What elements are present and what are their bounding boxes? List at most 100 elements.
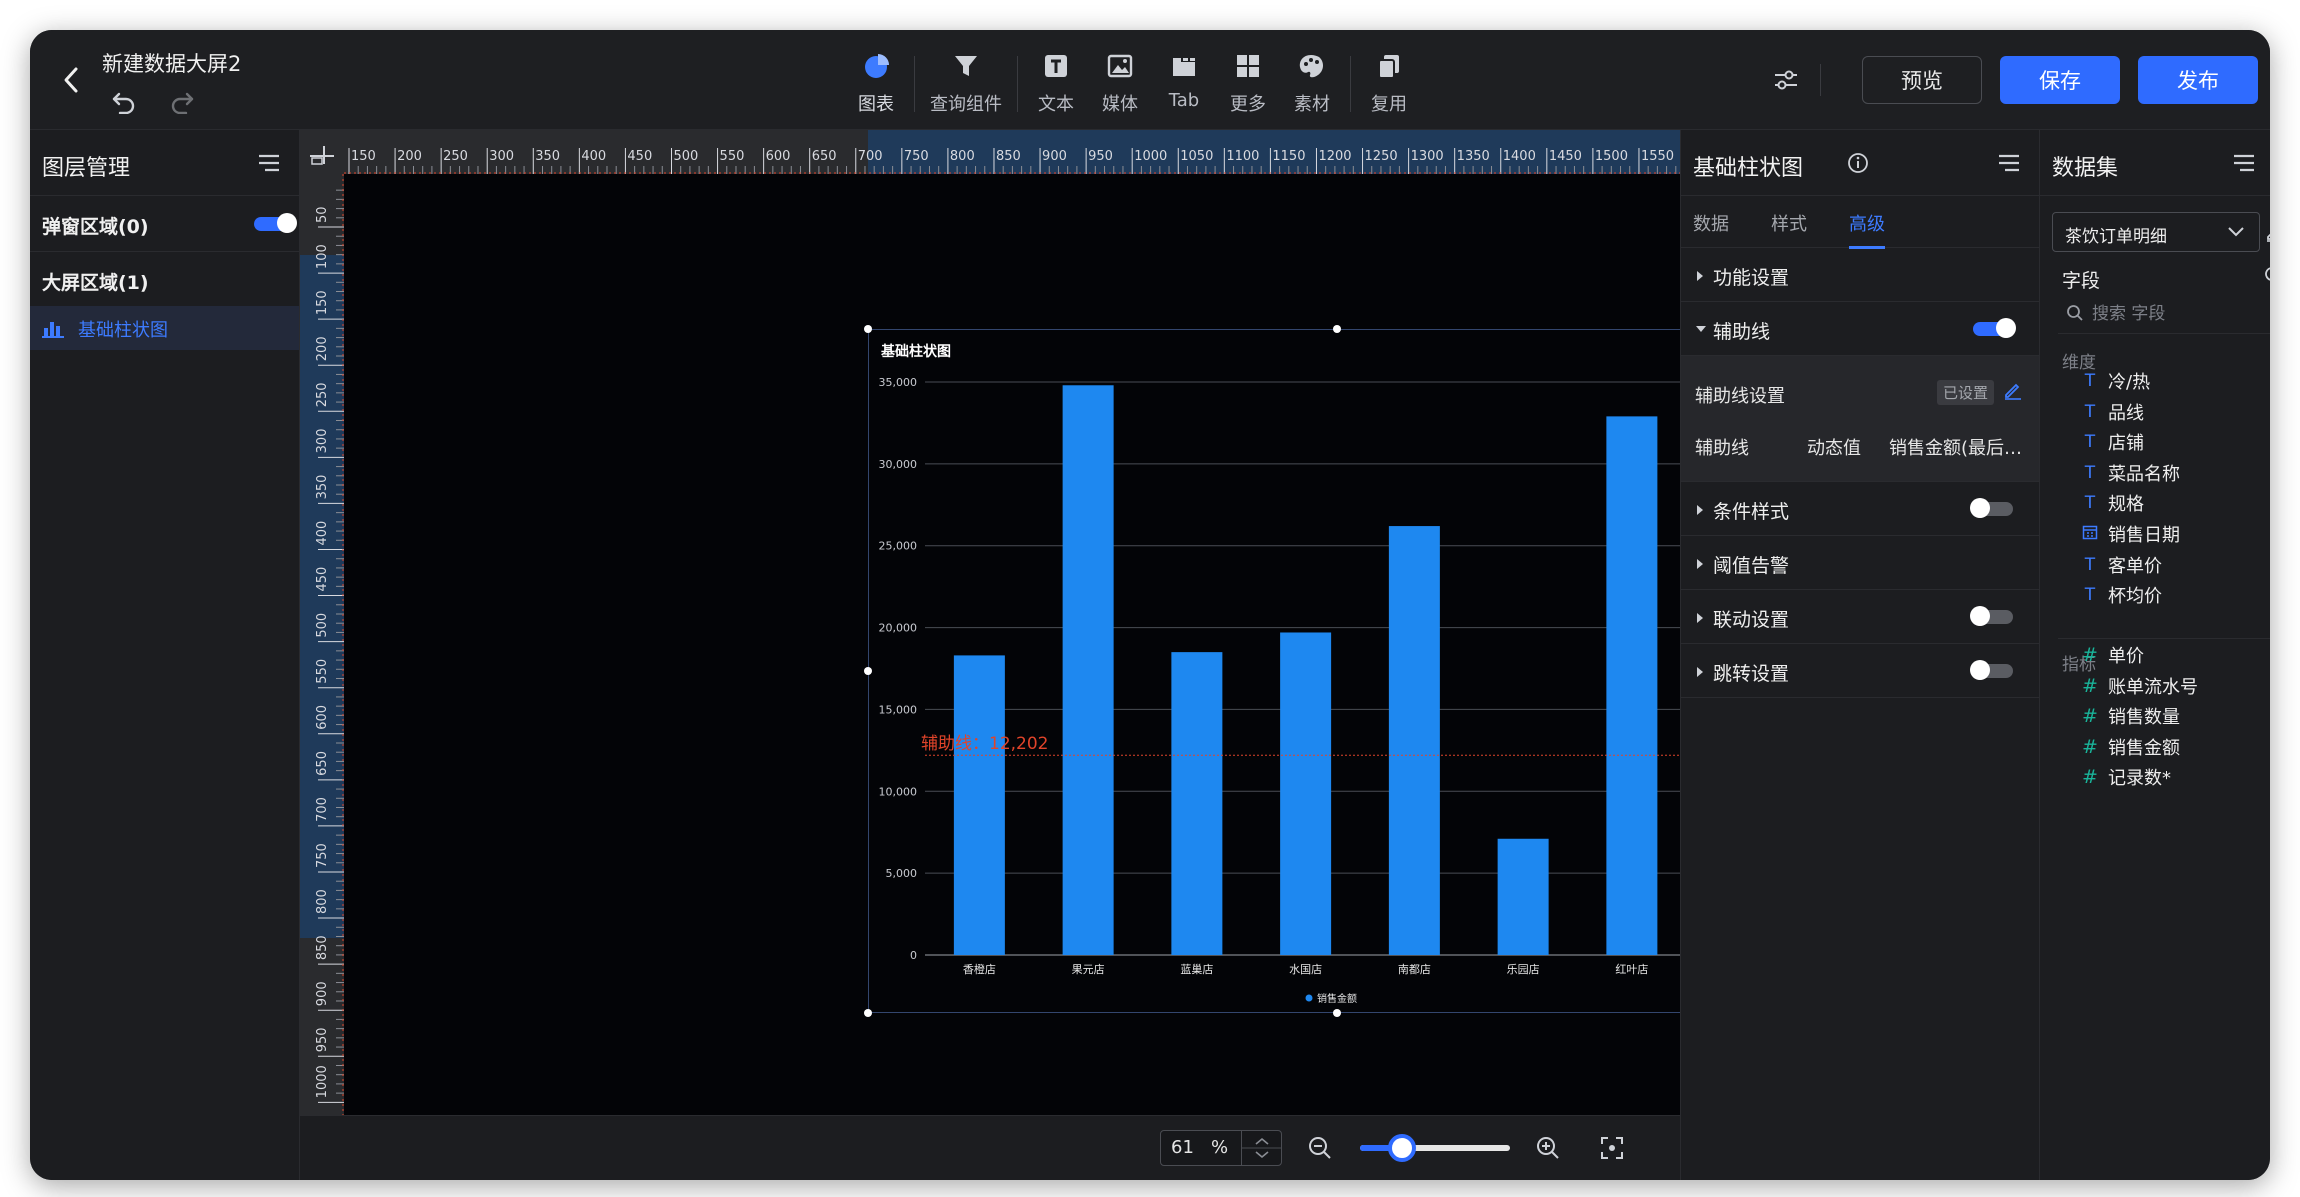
ruler-tick-label: 500 [315,613,330,638]
tool-tab[interactable]: Tab [1152,40,1216,124]
toolbar-divider [914,56,915,112]
zoom-in-button[interactable] [1532,1132,1564,1164]
metric-field-item[interactable]: # 单价 [2080,640,2144,670]
ruler-tick-label: 100 [315,244,330,269]
menu-icon[interactable] [2232,152,2256,174]
caret-right-icon [1697,271,1703,281]
publish-button[interactable]: 发布 [2138,56,2258,104]
reference-line-label: 辅助线：12,202 [921,734,1048,754]
dimension-field-item[interactable]: T 店铺 [2080,427,2144,457]
zoom-slider[interactable] [1360,1134,1510,1162]
property-panel-header: 基础柱状图 [1681,130,2039,196]
horizontal-ruler[interactable]: 150 200 250 300 350 400 450 500 550 600 650 700 750 8… [300,130,1680,174]
aux-dynamic-value[interactable]: 动态值 [1807,434,1861,460]
bar[interactable] [1062,385,1114,955]
section-conditional-style[interactable]: 条件样式 [1681,482,2039,536]
redo-button[interactable] [164,84,200,120]
layer-panel: 图层管理 弹窗区域(0) 大屏区域(1) 基础柱状图 [30,130,300,1180]
field-item-label: 杯均价 [2108,586,2162,608]
vertical-ruler[interactable]: 50 100 150 200 250 300 350 400 450 500 550 600 650 70… [300,130,344,1115]
edit-icon[interactable] [2003,380,2023,400]
dimension-field-item[interactable]: T 冷/热 [2080,366,2150,396]
resize-handle-n[interactable] [1333,325,1341,333]
tab-advanced[interactable]: 高级 [1849,210,1885,249]
resize-handle-w[interactable] [864,667,872,675]
conditional-style-toggle[interactable] [1970,498,2013,518]
dimension-field-item[interactable]: T 杯均价 [2080,580,2162,610]
dimension-field-item[interactable]: T 菜品名称 [2080,458,2180,488]
zoom-stepper[interactable] [1241,1131,1282,1165]
zoom-slider-knob[interactable] [1388,1134,1416,1162]
section-linkage-settings[interactable]: 联动设置 [1681,590,2039,644]
edit-icon[interactable] [2265,222,2270,242]
bar[interactable] [953,655,1005,955]
section-threshold-alert[interactable]: 阈值告警 [1681,536,2039,590]
pie-chart-icon [865,54,889,78]
tool-reuse[interactable]: 复用 [1357,40,1421,124]
tab-data[interactable]: 数据 [1693,210,1729,236]
zoom-input[interactable]: 61 % [1160,1130,1282,1166]
preview-button[interactable]: 预览 [1862,56,1982,104]
ruler-tick-label: 150 [351,149,376,164]
undo-button[interactable] [106,84,142,120]
design-canvas[interactable]: 基础柱状图 0 5,000 10,000 15,000 20,000 25,000 30,00… [344,174,1808,1115]
dashboard-title[interactable]: 新建数据大屏2 [102,48,241,78]
dimension-field-item[interactable]: 销售日期 [2080,519,2180,549]
tool-media[interactable]: 媒体 [1088,40,1152,124]
metric-field-item[interactable]: # 账单流水号 [2080,671,2198,701]
bar[interactable] [1171,652,1223,955]
metric-field-item[interactable]: # 销售数量 [2080,701,2180,731]
jump-toggle[interactable] [1970,660,2013,680]
ruler-tick-label: 750 [904,149,929,164]
bar-chart-component[interactable]: 基础柱状图 0 5,000 10,000 15,000 20,000 25,000 30,00… [864,325,1808,1017]
bar[interactable] [1388,526,1440,955]
info-icon[interactable] [1847,152,1869,174]
tool-assets[interactable]: 素材 [1280,40,1344,124]
aux-field-value[interactable]: 销售金额(最后… [1889,434,2022,460]
menu-icon[interactable] [257,152,281,174]
bar[interactable] [1606,416,1658,955]
resize-handle-sw[interactable] [864,1009,872,1017]
layer-item-bar-chart[interactable]: 基础柱状图 [30,306,299,350]
tab-style[interactable]: 样式 [1771,210,1807,236]
dimension-field-item[interactable]: T 规格 [2080,488,2144,518]
ruler-tick-label: 1350 [1457,149,1490,164]
section-jump-settings[interactable]: 跳转设置 [1681,644,2039,698]
section-function-settings[interactable]: 功能设置 [1681,248,2039,302]
auxiliary-line-toggle[interactable] [1973,318,2016,338]
tool-query[interactable]: 查询组件 [921,40,1011,124]
ruler-tick-label: 300 [489,149,514,164]
settings-button[interactable] [1768,62,1804,98]
popup-area-toggle[interactable] [254,213,297,233]
bar[interactable] [1497,838,1549,955]
tool-chart[interactable]: 图表 [844,40,908,124]
dimension-field-item[interactable]: T 客单价 [2080,550,2162,580]
back-button[interactable] [52,60,92,100]
dataset-select[interactable]: 茶饮订单明细 [2052,212,2260,252]
menu-icon[interactable] [1997,152,2021,174]
legend-label[interactable]: 销售金额 [1317,992,1357,1005]
refresh-icon[interactable] [2262,264,2270,284]
zoom-out-button[interactable] [1304,1132,1336,1164]
field-item-label: 品线 [2108,402,2144,424]
field-search-input[interactable] [2092,300,2262,328]
resize-handle-nw[interactable] [864,325,872,333]
section-auxiliary-line[interactable]: 辅助线 [1681,302,2039,356]
ruler-tick-label: 1050 [1180,149,1213,164]
metric-field-item[interactable]: # 记录数* [2080,762,2171,792]
bar[interactable] [1280,632,1332,955]
ruler-tick-label: 900 [315,981,330,1006]
metric-field-item[interactable]: # 销售金额 [2080,732,2180,762]
tool-text[interactable]: 文本 [1024,40,1088,124]
dimension-field-item[interactable]: T 品线 [2080,397,2144,427]
tool-more[interactable]: 更多 [1216,40,1280,124]
save-button[interactable]: 保存 [2000,56,2120,104]
resize-handle-s[interactable] [1333,1009,1341,1017]
bar-chart: 基础柱状图 0 5,000 10,000 15,000 20,000 25,000 30,00… [879,343,1795,1005]
ruler-tick-label: 1000 [1134,149,1167,164]
ruler-tick-label: 350 [315,475,330,500]
linkage-toggle[interactable] [1970,606,2013,626]
fit-screen-button[interactable] [1596,1132,1628,1164]
field-item-label: 店铺 [2108,433,2144,455]
ruler-tick-label: 1250 [1365,149,1398,164]
